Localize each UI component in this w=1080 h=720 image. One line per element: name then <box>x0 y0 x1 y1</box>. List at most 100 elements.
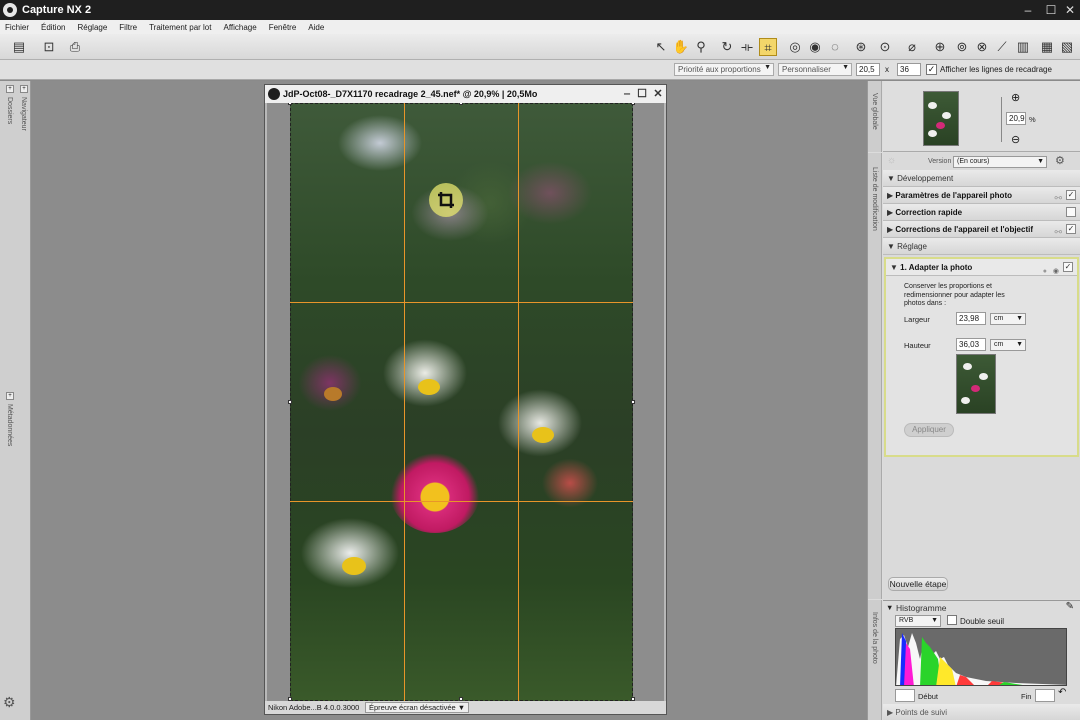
reset-icon[interactable]: ↶ <box>1058 687 1066 698</box>
width-input[interactable]: 23,98 <box>956 312 986 325</box>
zoom-out-icon[interactable]: ⊖ <box>1011 133 1020 146</box>
quick-fix-row[interactable]: ▶ Correction rapide <box>883 204 1080 221</box>
maximize-button[interactable]: ☐ <box>1043 2 1059 18</box>
apply-button[interactable]: Appliquer <box>904 423 954 437</box>
development-title: Développement <box>897 174 954 183</box>
menu-file[interactable]: Fichier <box>5 23 29 32</box>
collapse-arrow-icon: ▼ <box>886 603 894 612</box>
menu-bar: Fichier Édition Réglage Filtre Traitemen… <box>0 20 1080 34</box>
priority-select[interactable]: Priorité aux proportions ▼ <box>674 63 774 76</box>
folders-expand-button[interactable]: + <box>6 85 14 93</box>
photo-canvas[interactable] <box>267 103 664 701</box>
tab-photo-info[interactable]: Infos de la photo <box>871 612 878 664</box>
opacity-icon[interactable]: ● <box>1043 263 1047 280</box>
erase-icon[interactable]: ▧ <box>1058 38 1076 56</box>
metadata-expand-button[interactable]: + <box>6 392 14 400</box>
image-minimize-button[interactable]: ‒ <box>620 85 634 103</box>
close-button[interactable]: ✕ <box>1062 2 1078 18</box>
direct-select-icon[interactable]: ↖ <box>652 38 670 56</box>
crop-handle[interactable] <box>459 103 463 105</box>
chevron-down-icon: ▼ <box>764 64 771 71</box>
histogram-header[interactable]: ▼ Histogramme ✎ <box>883 601 1080 615</box>
crop-handle[interactable] <box>631 103 635 105</box>
ratio-height-input[interactable]: 36 <box>897 63 921 76</box>
zoom-icon[interactable]: ⚲ <box>692 38 710 56</box>
image-maximize-button[interactable]: ☐ <box>635 85 649 103</box>
development-section-header[interactable]: ▼ Développement <box>883 170 1080 187</box>
camera-lens-row[interactable]: ▶ Corrections de l'appareil et l'objecti… <box>883 221 1080 238</box>
image-close-button[interactable]: ✕ <box>651 85 665 103</box>
black-control-point-icon[interactable]: ⊗ <box>973 38 991 56</box>
selection-brush-icon[interactable]: ⌀ <box>903 38 921 56</box>
dodge-icon[interactable]: ⊙ <box>876 38 894 56</box>
menu-help[interactable]: Aide <box>308 23 324 32</box>
menu-edit[interactable]: Édition <box>41 23 65 32</box>
hand-icon[interactable]: ✋ <box>672 38 690 56</box>
settings-gear-icon[interactable]: ⚙ <box>3 694 25 712</box>
fill-icon[interactable]: ▦ <box>1038 38 1056 56</box>
ratio-width-input[interactable]: 20,5 <box>856 63 880 76</box>
height-input[interactable]: 36,03 <box>956 338 986 351</box>
camera-lens-checkbox[interactable]: ✓ <box>1066 224 1076 234</box>
soft-proof-select[interactable]: Épreuve écran désactivée ▼ <box>365 702 470 713</box>
crop-icon[interactable]: ⌗ <box>759 38 777 56</box>
sun-icon: ☼ <box>887 155 897 166</box>
overview-thumbnail[interactable] <box>923 91 959 146</box>
white-control-point-icon[interactable]: ⟋ <box>993 38 1011 56</box>
tab-navigator[interactable]: Navigateur <box>20 97 27 131</box>
end-input[interactable] <box>1035 689 1055 702</box>
eyedropper-icon[interactable]: ✎ <box>1066 601 1074 612</box>
lasso-icon[interactable]: ◌ <box>826 38 844 56</box>
start-input[interactable] <box>895 689 915 702</box>
adjust-section-header[interactable]: ▼ Réglage <box>883 238 1080 255</box>
watch-points-header[interactable]: ▶ Points de suivi <box>883 704 1080 720</box>
height-unit-select[interactable]: cm ▼ <box>990 339 1026 351</box>
menu-window[interactable]: Fenêtre <box>269 23 297 32</box>
show-crop-lines-checkbox[interactable]: ✓ <box>926 64 937 75</box>
tab-edit-list[interactable]: Liste de modification <box>871 167 878 231</box>
thumb-flower <box>961 397 970 404</box>
camera-settings-row[interactable]: ▶ Paramètres de l'appareil photo ⚯ ✓ <box>883 187 1080 204</box>
navigator-expand-button[interactable]: + <box>20 85 28 93</box>
tab-folders[interactable]: Dossiers <box>6 97 13 124</box>
red-eye-icon[interactable]: ◎ <box>786 38 804 56</box>
width-unit-select[interactable]: cm ▼ <box>990 313 1026 325</box>
browser-toggle-icon[interactable]: ▤ <box>10 38 28 56</box>
preset-select[interactable]: Personnaliser ▼ <box>778 63 852 76</box>
zoom-in-icon[interactable]: ⊕ <box>1011 91 1020 104</box>
fit-photo-step-checkbox[interactable]: ✓ <box>1063 262 1073 272</box>
gradient-icon[interactable]: ▥ <box>1014 38 1032 56</box>
chevron-down-icon: ▼ <box>1016 315 1023 322</box>
zoom-slider-track[interactable] <box>1001 97 1002 142</box>
menu-filter[interactable]: Filtre <box>119 23 137 32</box>
tab-metadata[interactable]: Métadonnées <box>6 404 13 446</box>
selection-control-point-icon[interactable]: ⊕ <box>931 38 949 56</box>
crop-handle[interactable] <box>288 103 292 105</box>
color-picker-icon[interactable]: ⊛ <box>852 38 870 56</box>
blend-icon[interactable]: ◉ <box>1053 263 1059 280</box>
version-select[interactable]: (En cours) ▼ <box>953 156 1047 168</box>
new-step-button[interactable]: Nouvelle étape <box>888 577 948 591</box>
auto-retouch-icon[interactable]: ◉ <box>806 38 824 56</box>
fit-photo-step-header[interactable]: ▼ 1. Adapter la photo ● ◉ ✓ <box>886 259 1077 276</box>
color-control-point-icon[interactable]: ⊚ <box>953 38 971 56</box>
menu-batch[interactable]: Traitement par lot <box>149 23 211 32</box>
image-window-title-bar[interactable]: JdP-Oct08-_D7X1170 recadrage 2_45.nef* @… <box>265 85 666 103</box>
quick-fix-checkbox[interactable] <box>1066 207 1076 217</box>
zoom-value-input[interactable]: 20,9 <box>1006 112 1026 125</box>
gear-icon[interactable]: ⚙ <box>1055 154 1065 167</box>
print-icon[interactable]: ⎙ <box>66 38 84 56</box>
menu-adjust[interactable]: Réglage <box>77 23 107 32</box>
rotate-icon[interactable]: ↻ <box>718 38 736 56</box>
straighten-icon[interactable]: ⟛ <box>738 38 756 56</box>
menu-view[interactable]: Affichage <box>223 23 256 32</box>
crop-handle[interactable] <box>631 400 635 404</box>
histogram-chart[interactable] <box>895 628 1067 686</box>
camera-settings-checkbox[interactable]: ✓ <box>1066 190 1076 200</box>
tab-overview[interactable]: Vue globale <box>871 93 878 130</box>
crop-handle[interactable] <box>288 400 292 404</box>
channel-select[interactable]: RVB ▼ <box>895 615 941 627</box>
minimize-button[interactable]: ‒ <box>1020 2 1036 18</box>
double-threshold-checkbox[interactable] <box>947 615 957 625</box>
zoom-photo-icon[interactable]: ⊡ <box>40 38 58 56</box>
